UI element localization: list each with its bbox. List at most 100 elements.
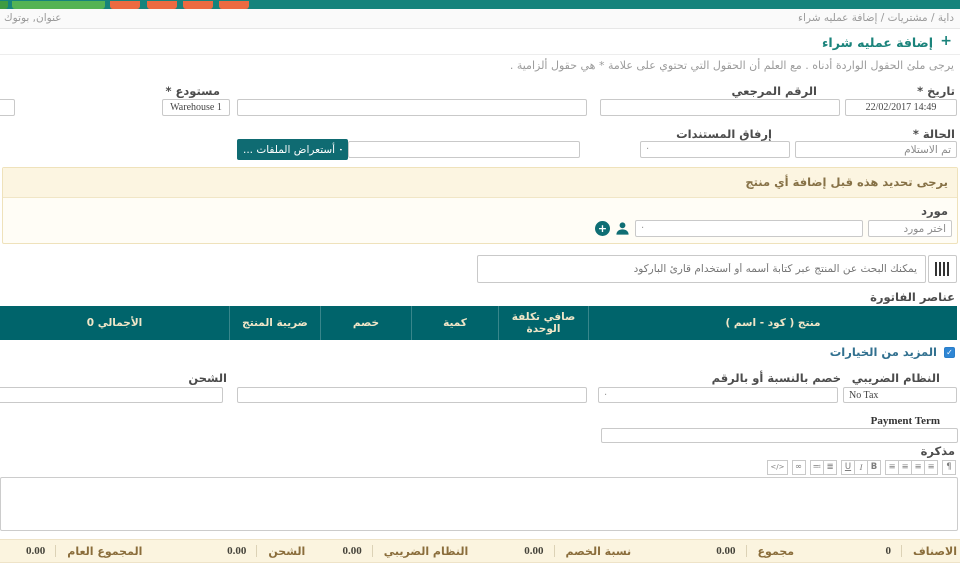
top-navbar (0, 0, 960, 9)
bold-button[interactable]: B (867, 460, 881, 475)
warehouse-label: مستودع * (165, 84, 220, 98)
address-text: عنوان, بوتوك (4, 12, 62, 24)
column-header-net-unit-cost: صافي تكلفة الوحدة (498, 306, 588, 340)
folder-icon (340, 145, 342, 154)
plus-circle-icon: + (595, 221, 610, 236)
summary-value: 0.00 (716, 545, 746, 557)
memo-toolbar: ¶ ≡ ≡ ≡ ≡ B I U ≣ ≔ ∞ </> (768, 460, 956, 475)
action-button-3[interactable] (183, 1, 213, 9)
summary-tax-system: النظام الضريبي 0.00 (308, 545, 471, 558)
column-header-discount: خصم (320, 306, 411, 340)
status-select[interactable]: تم الاستلام (795, 141, 957, 158)
unordered-list-button[interactable]: ≔ (810, 460, 825, 475)
more-options-checkbox[interactable]: ✓ (944, 347, 955, 358)
supplier-callout: يرجى تحديد هذه قبل إضافة أي منتج مورد اخ… (2, 167, 958, 244)
code-view-button[interactable]: </> (767, 460, 787, 475)
summary-label: النظام الضريبي (384, 545, 468, 558)
tax-system-label: النظام الضريبي (852, 371, 940, 385)
payment-term-input-field[interactable] (607, 429, 952, 442)
page-title-bar: + إضافة عمليه شراء (0, 29, 960, 55)
payment-term-label: Payment Term (871, 415, 940, 427)
nav-edge-button[interactable] (0, 1, 8, 9)
supplier-label: مورد (921, 204, 948, 218)
action-button-2[interactable] (147, 1, 177, 9)
totals-bar: الاصناف 0 مجموع 0.00 نسبة الخصم 0.00 الن… (0, 539, 960, 563)
align-right-icon[interactable]: ≡ (924, 460, 938, 475)
supplier-secondary-select[interactable]: · (635, 220, 863, 237)
link-button[interactable]: ∞ (792, 460, 806, 475)
summary-value: 0.00 (227, 545, 257, 557)
pos-button[interactable] (12, 1, 105, 9)
page-title: إضافة عمليه شراء (822, 35, 933, 50)
discount-input-field[interactable] (243, 388, 581, 402)
reference-input[interactable] (600, 99, 840, 116)
product-search-input[interactable] (478, 256, 925, 282)
status-label: الحالة * (913, 127, 955, 141)
align-justify-icon[interactable]: ≡ (885, 460, 899, 475)
summary-total: مجموع 0.00 (634, 545, 797, 558)
summary-grand-total: المجموع العام 0.00 (0, 545, 145, 558)
action-button-1[interactable] (110, 1, 140, 9)
italic-button[interactable]: I (854, 460, 868, 475)
intro-text: يرجى ملئ الحقول الواردة أدناه . مع العلم… (510, 59, 954, 72)
more-options-label: المزيد من الخيارات (830, 345, 937, 359)
column-header-quantity: كمية (411, 306, 498, 340)
warehouse-select[interactable]: Warehouse 1 (162, 99, 230, 116)
ordered-list-button[interactable]: ≣ (823, 460, 837, 475)
summary-shipping: الشحن 0.00 (145, 545, 308, 558)
payment-term-input[interactable] (601, 428, 958, 443)
underline-button[interactable]: U (841, 460, 855, 475)
summary-value: 0.00 (343, 545, 373, 557)
invoice-table-header: منتج ( كود - اسم ) صافي تكلفة الوحدة كمي… (0, 306, 957, 340)
date-input[interactable]: 14:49 22/02/2017 (845, 99, 957, 116)
summary-discount-rate: نسبة الخصم 0.00 (471, 545, 634, 558)
summary-value: 0.00 (524, 545, 554, 557)
add-supplier-button[interactable]: + (594, 220, 611, 237)
column-header-product: منتج ( كود - اسم ) (588, 306, 957, 340)
column-header-product-tax: ضريبة المنتج (229, 306, 320, 340)
shipping-label: الشحن (188, 371, 227, 385)
invoice-items-label: عناصر الفاتورة (870, 290, 955, 304)
barcode-icon (935, 262, 950, 276)
column-header-total: الأجمالي 0 (0, 306, 229, 340)
summary-items-count: الاصناف 0 (797, 545, 960, 558)
attachments-label: إرفاق المستندات (676, 127, 772, 141)
discount-label: خصم بالنسبة أو بالرقم (712, 371, 841, 385)
discount-input[interactable] (237, 387, 587, 403)
row1-extra-input-field[interactable] (243, 100, 581, 115)
memo-editor-area[interactable] (0, 477, 958, 531)
summary-label: مجموع (758, 545, 795, 558)
reference-input-field[interactable] (606, 100, 834, 115)
plus-icon: + (940, 33, 952, 49)
tax-system-secondary-select[interactable]: · (598, 387, 838, 403)
summary-value: 0.00 (26, 545, 56, 557)
status-secondary-select[interactable]: · (640, 141, 790, 158)
date-label: تاريخ * (917, 84, 955, 98)
browse-files-label: أستعراض الملفات ... (243, 144, 335, 156)
barcode-addon (928, 255, 957, 283)
summary-label: المجموع العام (67, 545, 142, 558)
attachments-input[interactable] (348, 141, 580, 158)
memo-label: مذكرة (921, 444, 955, 458)
supplier-notice-text: يرجى تحديد هذه قبل إضافة أي منتج (745, 175, 948, 189)
product-search (477, 255, 926, 283)
row1-edge-input[interactable] (0, 99, 15, 116)
summary-label: الشحن (268, 545, 305, 558)
shipping-input-field[interactable] (1, 388, 217, 402)
action-button-4[interactable] (219, 1, 249, 9)
purchase-form-page: داية / مشتريات / إضافة عمليه شراء عنوان,… (0, 0, 960, 566)
align-left-icon[interactable]: ≡ (898, 460, 912, 475)
align-center-icon[interactable]: ≡ (911, 460, 925, 475)
shipping-input[interactable] (0, 387, 223, 403)
view-supplier-button[interactable] (614, 220, 631, 237)
browse-files-button[interactable]: أستعراض الملفات ... (237, 139, 348, 160)
attachments-input-field[interactable] (354, 142, 574, 157)
person-icon (615, 221, 630, 236)
summary-value: 0 (886, 545, 903, 557)
tax-system-select[interactable]: No Tax (843, 387, 957, 403)
paragraph-button[interactable]: ¶ (942, 460, 956, 475)
supplier-select[interactable]: اختر مورد (868, 220, 952, 237)
row1-extra-input[interactable] (237, 99, 587, 116)
breadcrumb[interactable]: داية / مشتريات / إضافة عمليه شراء (798, 12, 954, 24)
supplier-notice-bar: يرجى تحديد هذه قبل إضافة أي منتج (3, 168, 957, 198)
